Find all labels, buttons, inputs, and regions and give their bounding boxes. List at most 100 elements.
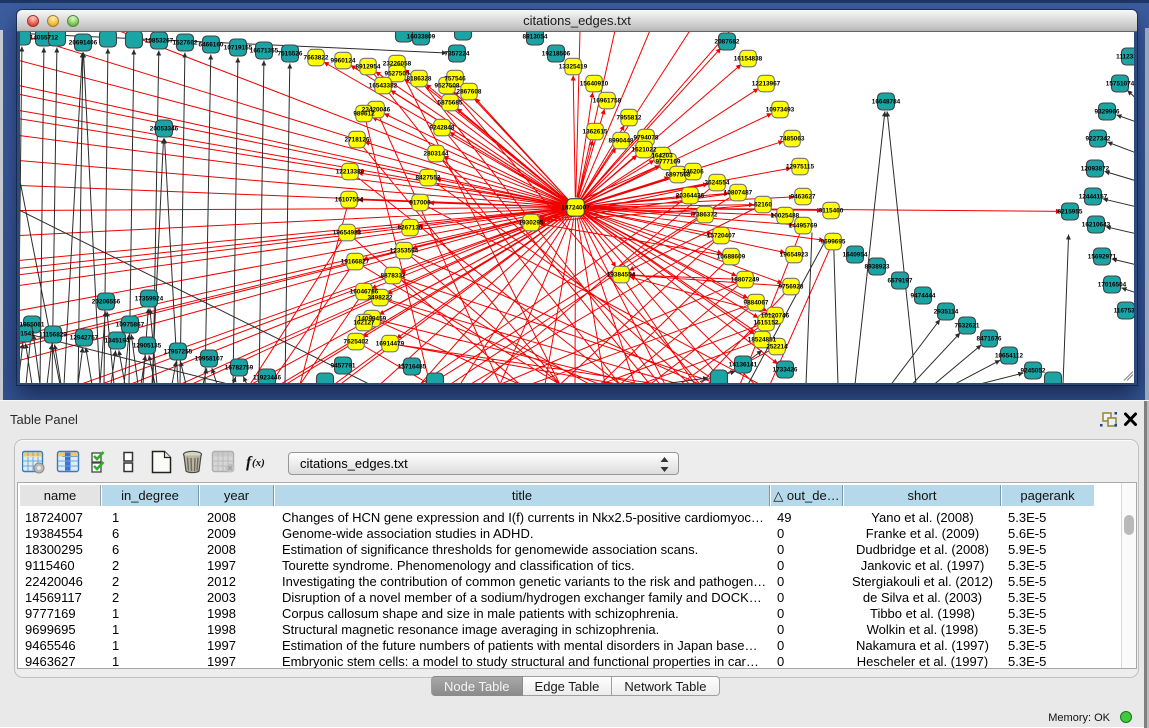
svg-text:1930295: 1930295	[519, 219, 544, 226]
svg-text:9756928: 9756928	[779, 283, 804, 290]
svg-text:8471676: 8471676	[977, 335, 1002, 342]
svg-text:13325419: 13325419	[559, 63, 588, 70]
svg-text:1167533: 1167533	[1114, 307, 1134, 314]
svg-text:16210643: 16210643	[1082, 221, 1111, 228]
svg-text:16961758: 16961758	[593, 97, 622, 104]
svg-text:14055712: 14055712	[30, 34, 59, 41]
svg-text:8912954: 8912954	[356, 63, 381, 70]
svg-text:16671355: 16671355	[250, 47, 279, 54]
svg-text:252214: 252214	[766, 343, 788, 350]
svg-text:18807249: 18807249	[731, 276, 760, 283]
svg-text:8990448: 8990448	[609, 137, 634, 144]
svg-text:10807487: 10807487	[724, 189, 753, 196]
svg-text:12213389: 12213389	[336, 168, 365, 175]
svg-text:7386372: 7386372	[693, 211, 718, 218]
svg-text:1615152: 1615152	[754, 319, 779, 326]
svg-text:1345194: 1345194	[105, 337, 130, 344]
svg-text:18524851: 18524851	[748, 336, 777, 343]
svg-text:9884067: 9884067	[744, 299, 769, 306]
svg-text:3498222: 3498222	[368, 294, 393, 301]
svg-text:757546: 757546	[444, 75, 466, 82]
svg-text:15692971: 15692971	[1088, 253, 1117, 260]
svg-text:19218506: 19218506	[542, 50, 571, 57]
svg-text:2718126: 2718126	[345, 136, 370, 143]
svg-text:391541: 391541	[20, 330, 35, 337]
svg-text:10025488: 10025488	[771, 212, 800, 219]
svg-text:16154838: 16154838	[734, 55, 763, 62]
svg-text:2935114: 2935114	[934, 308, 959, 315]
svg-text:8878332: 8878332	[381, 272, 406, 279]
svg-text:19654923: 19654923	[780, 251, 809, 258]
svg-text:9457791: 9457791	[331, 362, 356, 369]
svg-text:20364436: 20364436	[676, 192, 705, 199]
svg-text:9699695: 9699695	[821, 238, 846, 245]
svg-text:12444157: 12444157	[1079, 193, 1108, 200]
svg-text:1527602: 1527602	[173, 39, 198, 46]
svg-text:9777169: 9777169	[656, 158, 681, 165]
svg-text:16914479: 16914479	[376, 340, 405, 347]
svg-text:7485063: 7485063	[780, 135, 805, 142]
svg-text:20691406: 20691406	[69, 39, 98, 46]
svg-text:17957255: 17957255	[164, 348, 193, 355]
svg-text:9115460: 9115460	[819, 207, 844, 214]
svg-text:1640954: 1640954	[843, 251, 868, 258]
svg-text:19166827: 19166827	[341, 258, 370, 265]
svg-text:16033809: 16033809	[407, 33, 436, 40]
svg-text:12942757: 12942757	[70, 334, 99, 341]
svg-text:7955812: 7955812	[617, 114, 642, 121]
svg-text:162127: 162127	[353, 319, 375, 326]
svg-text:10719155: 10719155	[224, 44, 253, 51]
svg-text:17016504: 17016504	[1098, 281, 1127, 288]
svg-text:8427552: 8427552	[416, 174, 441, 181]
svg-text:989612: 989612	[353, 110, 375, 117]
svg-text:11123344: 11123344	[1116, 53, 1134, 60]
svg-text:7515526: 7515526	[278, 50, 303, 57]
svg-text:746206: 746206	[682, 168, 704, 175]
svg-text:1733426: 1733426	[773, 366, 798, 373]
svg-text:8813054: 8813054	[523, 33, 548, 40]
svg-text:15716485: 15716485	[398, 363, 427, 370]
svg-text:(x): (x)	[252, 457, 265, 469]
svg-text:10120746: 10120746	[761, 312, 790, 319]
svg-text:7663822: 7663822	[304, 54, 329, 61]
svg-text:9245052: 9245052	[1021, 367, 1046, 374]
svg-text:10973493: 10973493	[766, 106, 795, 113]
svg-text:10654112: 10654112	[995, 352, 1024, 359]
svg-text:15720407: 15720407	[707, 232, 736, 239]
svg-text:1362615: 1362615	[583, 128, 608, 135]
svg-text:9474444: 9474444	[911, 292, 936, 299]
svg-text:917006: 917006	[409, 199, 431, 206]
svg-text:8186328: 8186328	[407, 75, 432, 82]
svg-text:16782759: 16782759	[225, 364, 254, 371]
svg-text:19384554: 19384554	[607, 271, 636, 278]
svg-text:16648784: 16648784	[872, 98, 901, 105]
svg-text:20053346: 20053346	[150, 125, 179, 132]
svg-text:6679197: 6679197	[888, 277, 913, 284]
svg-text:2803144: 2803144	[424, 150, 449, 157]
svg-text:10688609: 10688609	[717, 253, 746, 260]
svg-text:6466160: 6466160	[199, 41, 224, 48]
svg-text:3624554: 3624554	[705, 179, 730, 186]
svg-text:8267130: 8267130	[398, 224, 423, 231]
svg-text:12093872: 12093872	[1081, 165, 1110, 172]
svg-text:9960124: 9960124	[331, 57, 356, 64]
svg-text:11923446: 11923446	[253, 374, 282, 381]
svg-text:17359924: 17359924	[135, 295, 164, 302]
svg-text:16107554: 16107554	[335, 196, 364, 203]
svg-text:7357224: 7357224	[445, 50, 470, 57]
svg-text:15640910: 15640910	[580, 80, 609, 87]
svg-text:19654983: 19654983	[333, 229, 362, 236]
svg-text:9227342: 9227342	[1086, 135, 1111, 142]
svg-text:9463627: 9463627	[791, 193, 816, 200]
svg-text:11156829: 11156829	[39, 331, 67, 338]
svg-text:16543382: 16543382	[369, 82, 398, 89]
svg-text:9242848: 9242848	[430, 124, 455, 131]
svg-text:12975115: 12975115	[786, 163, 815, 170]
svg-text:9794078: 9794078	[634, 134, 659, 141]
svg-text:2867608: 2867608	[457, 88, 482, 95]
svg-text:7625402: 7625402	[344, 338, 369, 345]
svg-text:12213967: 12213967	[752, 80, 781, 87]
svg-text:10975867: 10975867	[116, 321, 145, 328]
svg-text:14495769: 14495769	[789, 222, 818, 229]
svg-text:15751074: 15751074	[1106, 80, 1134, 87]
